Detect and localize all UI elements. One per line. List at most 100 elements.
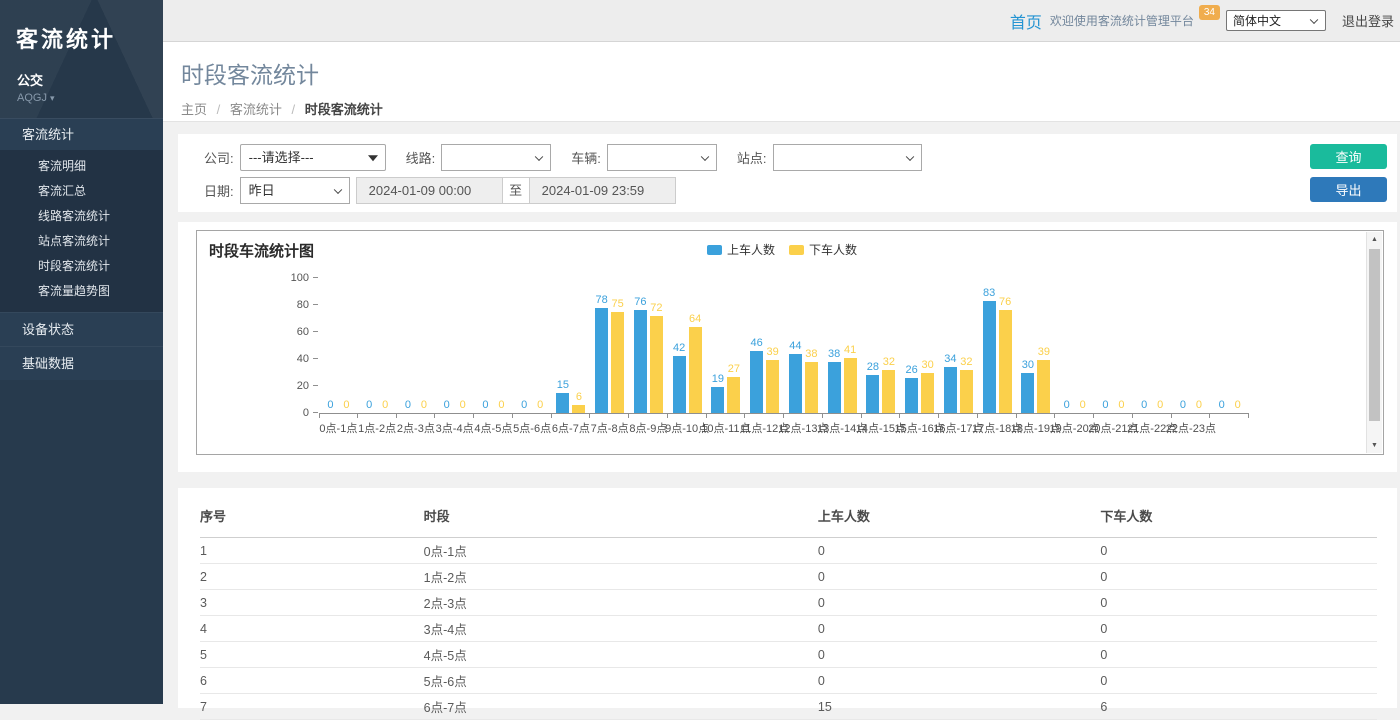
bar-column-boarding: 44 <box>789 340 802 413</box>
bar-column-boarding: 0 <box>1138 399 1151 413</box>
date-from-input[interactable] <box>356 177 503 204</box>
org-selector[interactable]: AQGJ ▾ <box>0 89 163 104</box>
bar-value-label: 0 <box>482 399 488 411</box>
table-row: 54点-5点00 <box>200 642 1377 668</box>
bar-value-label: 0 <box>521 399 527 411</box>
bar-column-alighting: 72 <box>650 302 663 413</box>
company-label: 公司: <box>204 148 234 167</box>
breadcrumb-home[interactable]: 主页 <box>181 102 207 117</box>
bar-value-label: 32 <box>883 356 895 368</box>
bar-column-boarding: 34 <box>944 353 957 413</box>
bar-column-boarding: 0 <box>1060 399 1073 413</box>
chart-scrollbar[interactable]: ▲ ▼ <box>1366 232 1382 453</box>
x-axis-label-cell: 22点-23点 <box>1172 420 1211 434</box>
legend-item-上车人数[interactable]: 上车人数 <box>707 241 775 258</box>
station-select[interactable] <box>773 144 922 171</box>
legend-item-下车人数[interactable]: 下车人数 <box>789 241 857 258</box>
sidebar-item-基础数据[interactable]: 基础数据 <box>0 346 163 380</box>
bar-value-label: 0 <box>1080 399 1086 411</box>
sidebar-item-时段客流统计[interactable]: 时段客流统计 <box>0 254 163 279</box>
bar-value-label: 0 <box>1235 399 1241 411</box>
axis-tick <box>978 414 1017 418</box>
table-cell: 4 <box>200 616 424 642</box>
bar-column-boarding: 76 <box>634 296 647 413</box>
main-content: 首页 欢迎使用客流统计管理平台 34 简体中文 退出登录 时段客流统计 主页 /… <box>163 0 1400 704</box>
bar-value-label: 0 <box>498 399 504 411</box>
table-cell: 0 <box>818 564 1100 590</box>
sidebar-item-客流明细[interactable]: 客流明细 <box>0 154 163 179</box>
filter-panel: 公司: ---请选择--- 线路: 车辆: <box>178 134 1397 212</box>
axis-tick <box>1133 414 1172 418</box>
logout-link[interactable]: 退出登录 <box>1342 11 1394 30</box>
axis-tick <box>629 414 668 418</box>
sidebar-item-客流汇总[interactable]: 客流汇总 <box>0 179 163 204</box>
export-button[interactable]: 导出 <box>1310 177 1387 202</box>
bar-column-alighting: 0 <box>495 399 508 413</box>
home-link[interactable]: 首页 <box>1010 9 1042 33</box>
company-select[interactable]: ---请选择--- <box>240 144 386 171</box>
bar-value-label: 15 <box>557 379 569 391</box>
legend-label: 下车人数 <box>809 241 857 258</box>
page-title: 时段客流统计 <box>181 56 1400 90</box>
sidebar-item-站点客流统计[interactable]: 站点客流统计 <box>0 229 163 254</box>
y-axis-tick <box>313 358 318 359</box>
scroll-up-icon[interactable]: ▲ <box>1367 232 1382 247</box>
chart-area: 0204060801000000000000001567875767242641… <box>319 278 1249 434</box>
bar-column-alighting: 32 <box>960 356 973 413</box>
date-to-input[interactable] <box>529 177 676 204</box>
bar-value-label: 30 <box>1022 359 1034 371</box>
y-axis-label: 0 <box>273 407 309 419</box>
chart-bar-boarding <box>983 301 996 413</box>
breadcrumb-section[interactable]: 客流统计 <box>230 102 282 117</box>
chart-bar-boarding <box>673 356 686 413</box>
bar-column-boarding: 42 <box>673 342 686 413</box>
bar-value-label: 0 <box>382 399 388 411</box>
x-axis-label-cell: 2点-3点 <box>397 420 436 434</box>
bar-group: 7672 <box>629 296 668 413</box>
chart-plot: 0204060801000000000000001567875767242641… <box>319 278 1249 414</box>
date-range-select[interactable]: 昨日 <box>240 177 350 204</box>
bar-column-boarding: 0 <box>401 399 414 413</box>
bar-value-label: 19 <box>712 373 724 385</box>
sidebar-item-线路客流统计[interactable]: 线路客流统计 <box>0 204 163 229</box>
chart-bar-boarding <box>1021 373 1034 414</box>
table-cell: 3点-4点 <box>424 616 818 642</box>
bar-column-boarding: 38 <box>828 348 841 413</box>
x-axis-label: 3点-4点 <box>436 420 474 436</box>
sidebar-item-客流量趋势图[interactable]: 客流量趋势图 <box>0 279 163 304</box>
bar-column-alighting: 0 <box>1231 399 1244 413</box>
chart-bar-alighting <box>689 327 702 413</box>
y-axis-label: 20 <box>273 380 309 392</box>
scroll-down-icon[interactable]: ▼ <box>1367 438 1382 453</box>
axis-tick <box>745 414 784 418</box>
table-cell: 5 <box>200 642 424 668</box>
language-select[interactable]: 简体中文 <box>1226 10 1326 31</box>
bar-value-label: 0 <box>1141 399 1147 411</box>
line-label: 线路: <box>406 148 436 167</box>
table-cell: 0 <box>818 668 1100 694</box>
vehicle-select[interactable] <box>607 144 717 171</box>
bar-column-alighting: 64 <box>689 313 702 413</box>
table-cell: 0 <box>818 642 1100 668</box>
line-select[interactable] <box>441 144 551 171</box>
axis-tick <box>784 414 823 418</box>
x-axis-label: 4点-5点 <box>474 420 512 436</box>
bar-column-boarding: 0 <box>440 399 453 413</box>
bar-value-label: 32 <box>960 356 972 368</box>
axis-tick <box>513 414 552 418</box>
table-cell: 1 <box>200 538 424 564</box>
bar-column-boarding: 83 <box>983 287 996 413</box>
x-axis-label: 2点-3点 <box>397 420 435 436</box>
bar-group: 3432 <box>939 353 978 413</box>
legend-swatch-icon <box>707 245 722 255</box>
table-cell: 1点-2点 <box>424 564 818 590</box>
org-name: 公交 <box>0 54 163 89</box>
sidebar-submenu: 客流明细客流汇总线路客流统计站点客流统计时段客流统计客流量趋势图 <box>0 150 163 312</box>
bar-column-boarding: 30 <box>1021 359 1034 414</box>
sidebar-item-设备状态[interactable]: 设备状态 <box>0 312 163 346</box>
sidebar-item-客流统计[interactable]: 客流统计 <box>0 119 163 150</box>
table-row: 65点-6点00 <box>200 668 1377 694</box>
scrollbar-thumb[interactable] <box>1369 249 1380 421</box>
query-button[interactable]: 查询 <box>1310 144 1387 169</box>
bar-group: 4639 <box>745 337 784 413</box>
